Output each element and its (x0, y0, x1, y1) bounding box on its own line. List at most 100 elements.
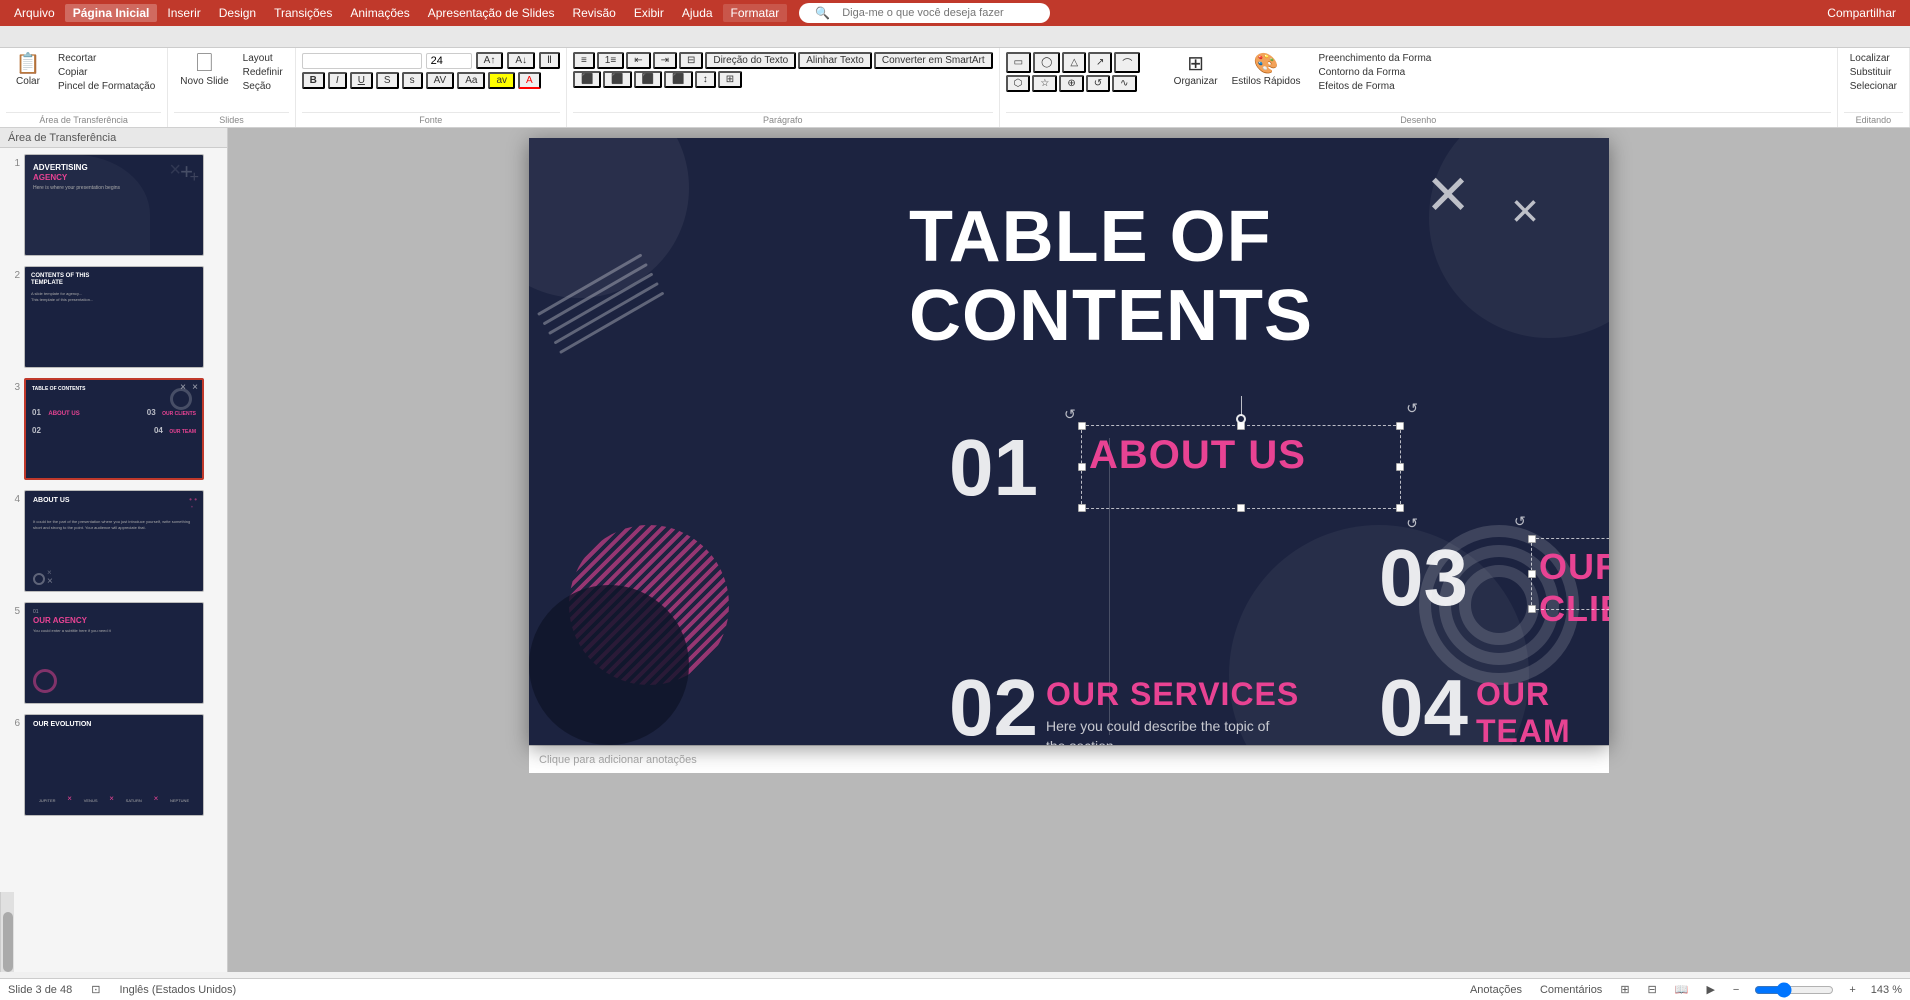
handle-bc[interactable] (1237, 504, 1245, 512)
align-left-button[interactable]: ⬛ (573, 71, 601, 88)
shape-10[interactable]: ∿ (1112, 75, 1136, 92)
menu-ajuda[interactable]: Ajuda (674, 4, 721, 22)
fit-slide-button[interactable]: ⊡ (88, 983, 103, 996)
slide-4-close[interactable]: × (47, 576, 53, 587)
menu-formatar[interactable]: Formatar (723, 4, 788, 22)
menu-transicoes[interactable]: Transições (266, 4, 340, 22)
corner-rotate-tr[interactable]: ↺ (1406, 400, 1418, 417)
slide-sorter-button[interactable]: ⊟ (1645, 983, 1660, 996)
column-break-button[interactable]: ⊞ (718, 71, 742, 88)
shape-9[interactable]: ↺ (1086, 75, 1110, 92)
fill-shape-button[interactable]: Preenchimento da Forma (1313, 52, 1438, 65)
toc-label-3[interactable]: OUR CLIENTS (1539, 546, 1609, 630)
clear-format-button[interactable]: Ⅱ (539, 52, 560, 69)
comments-button[interactable]: Comentários (1537, 984, 1605, 996)
ribbon-search-input[interactable] (842, 7, 1042, 19)
slide-thumb-6[interactable]: 6 OUR EVOLUTION JUPITER × VENUS × SATURN… (4, 712, 223, 818)
slide-thumb-3[interactable]: 3 × × TABLE OF CONTENTS 01 ABOUT US (4, 376, 223, 482)
slide-4-close2[interactable]: × (47, 568, 52, 577)
increase-indent-button[interactable]: ⇥ (653, 52, 677, 69)
handle-tc[interactable] (1237, 422, 1245, 430)
toc-label-2[interactable]: OUR SERVICES (1046, 676, 1299, 713)
shape-6[interactable]: ⬡ (1006, 75, 1031, 92)
font-case-button[interactable]: Aa (457, 72, 485, 89)
slide-thumb-4[interactable]: 4 ABOUT US It could be the part of the p… (4, 488, 223, 594)
replace-button[interactable]: Substituir (1844, 66, 1903, 79)
align-right-button[interactable]: ⬛ (634, 71, 662, 88)
shape-2[interactable]: ◯ (1033, 52, 1060, 73)
rotation-handle[interactable] (1236, 396, 1246, 424)
annotations-button[interactable]: Anotações (1467, 984, 1525, 996)
decrease-indent-button[interactable]: ⇤ (626, 52, 650, 69)
find-button[interactable]: Localizar (1844, 52, 1903, 65)
menu-inserir[interactable]: Inserir (159, 4, 208, 22)
slide-preview-2[interactable]: CONTENTS OF THIS TEMPLATE A slide templa… (24, 266, 204, 368)
section-button[interactable]: Seção (237, 80, 289, 93)
shadow-button[interactable]: s (402, 72, 423, 89)
shape-3[interactable]: △ (1062, 52, 1086, 73)
cut-button[interactable]: Recortar (52, 52, 161, 65)
toc-item-3[interactable]: 03 (1379, 538, 1468, 618)
menu-exibir[interactable]: Exibir (626, 4, 672, 22)
zoom-out-button[interactable]: − (1730, 984, 1742, 996)
menu-arquivo[interactable]: Arquivo (6, 4, 63, 22)
handle-ml[interactable] (1078, 463, 1086, 471)
slide-thumb-5[interactable]: 5 01 OUR AGENCY You could enter a subtit… (4, 600, 223, 706)
shape-7[interactable]: ☆ (1032, 75, 1057, 92)
select-button[interactable]: Selecionar (1844, 80, 1903, 93)
layout-button[interactable]: Layout (237, 52, 289, 65)
slide-preview-3[interactable]: × × TABLE OF CONTENTS 01 ABOUT US 02 (24, 378, 204, 480)
handle-bl[interactable] (1078, 504, 1086, 512)
smartart-button[interactable]: Converter em SmartArt (874, 52, 993, 69)
font-size-input[interactable] (426, 53, 472, 69)
menu-design[interactable]: Design (211, 4, 264, 22)
menu-apresentacao[interactable]: Apresentação de Slides (420, 4, 563, 22)
notes-bar[interactable]: Clique para adicionar anotações (529, 745, 1609, 773)
font-spacing-button[interactable]: AV (426, 72, 455, 89)
underline-button[interactable]: U (350, 72, 373, 89)
shape-5[interactable]: ⌒ (1114, 52, 1140, 73)
copy-button[interactable]: Copiar (52, 66, 161, 79)
new-slide-button[interactable]: 🗌 Novo Slide (174, 52, 234, 89)
toc-label-3-container[interactable]: ↺ ↺ ↺ OUR CLIENTS (1539, 546, 1609, 630)
format-brush-button[interactable]: Pincel de Formatação (52, 80, 161, 93)
corner-rotate-tl[interactable]: ↺ (1064, 406, 1076, 423)
share-button[interactable]: Compartilhar (1819, 4, 1904, 22)
slide-thumb-1[interactable]: 1 ADVERTISING AGENCY Here is where your … (4, 152, 223, 258)
shape-4[interactable]: ↗ (1088, 52, 1112, 73)
menu-animacoes[interactable]: Animações (342, 4, 417, 22)
strikethrough-button[interactable]: S (376, 72, 399, 89)
toc-label-4[interactable]: OUR TEAM (1476, 676, 1609, 745)
slide-thumb-2[interactable]: 2 CONTENTS OF THIS TEMPLATE A slide temp… (4, 264, 223, 370)
numbering-button[interactable]: 1≡ (597, 52, 624, 69)
paste-button[interactable]: 📋 Colar (6, 52, 50, 89)
menu-pagina-inicial[interactable]: Página Inicial (65, 4, 158, 22)
ribbon-search-box[interactable]: 🔍 (799, 3, 1050, 23)
presentation-button[interactable]: ▶ (1703, 983, 1717, 996)
highlight-button[interactable]: av (488, 72, 515, 89)
quick-styles-button[interactable]: 🎨 Estilos Rápidos (1226, 52, 1307, 89)
shape-8[interactable]: ⊕ (1059, 75, 1083, 92)
italic-button[interactable]: I (328, 72, 347, 89)
normal-view-button[interactable]: ⊞ (1617, 983, 1632, 996)
slide-preview-4[interactable]: ABOUT US It could be the part of the pre… (24, 490, 204, 592)
menu-revisao[interactable]: Revisão (564, 4, 623, 22)
bullets-button[interactable]: ≡ (573, 52, 595, 69)
zoom-in-button[interactable]: + (1846, 984, 1858, 996)
toc-item-2[interactable]: 02 OUR SERVICES Here you could describe … (949, 668, 1299, 745)
zoom-slider[interactable] (1754, 982, 1834, 998)
toc-label-1[interactable]: ABOUT US (1089, 433, 1306, 478)
justify-button[interactable]: ⬛ (664, 71, 692, 88)
shape-effects-button[interactable]: Efeitos de Forma (1313, 80, 1438, 93)
bold-button[interactable]: B (302, 72, 325, 89)
slide-preview-5[interactable]: 01 OUR AGENCY You could enter a subtitle… (24, 602, 204, 704)
slide-list[interactable]: 1 ADVERTISING AGENCY Here is where your … (0, 148, 227, 892)
shape-1[interactable]: ▭ (1006, 52, 1031, 73)
outline-shape-button[interactable]: Contorno da Forma (1313, 66, 1438, 79)
handle-tl[interactable] (1078, 422, 1086, 430)
font-color-button[interactable]: A (518, 72, 541, 89)
handle-tr[interactable] (1396, 422, 1404, 430)
scroll-thumb[interactable] (3, 912, 13, 972)
toc-label-1-container[interactable]: ↺ ↺ ↺ ABOUT US (1089, 433, 1306, 478)
toc-item-4[interactable]: 04 OUR TEAM Here you could describe the … (1379, 668, 1609, 745)
